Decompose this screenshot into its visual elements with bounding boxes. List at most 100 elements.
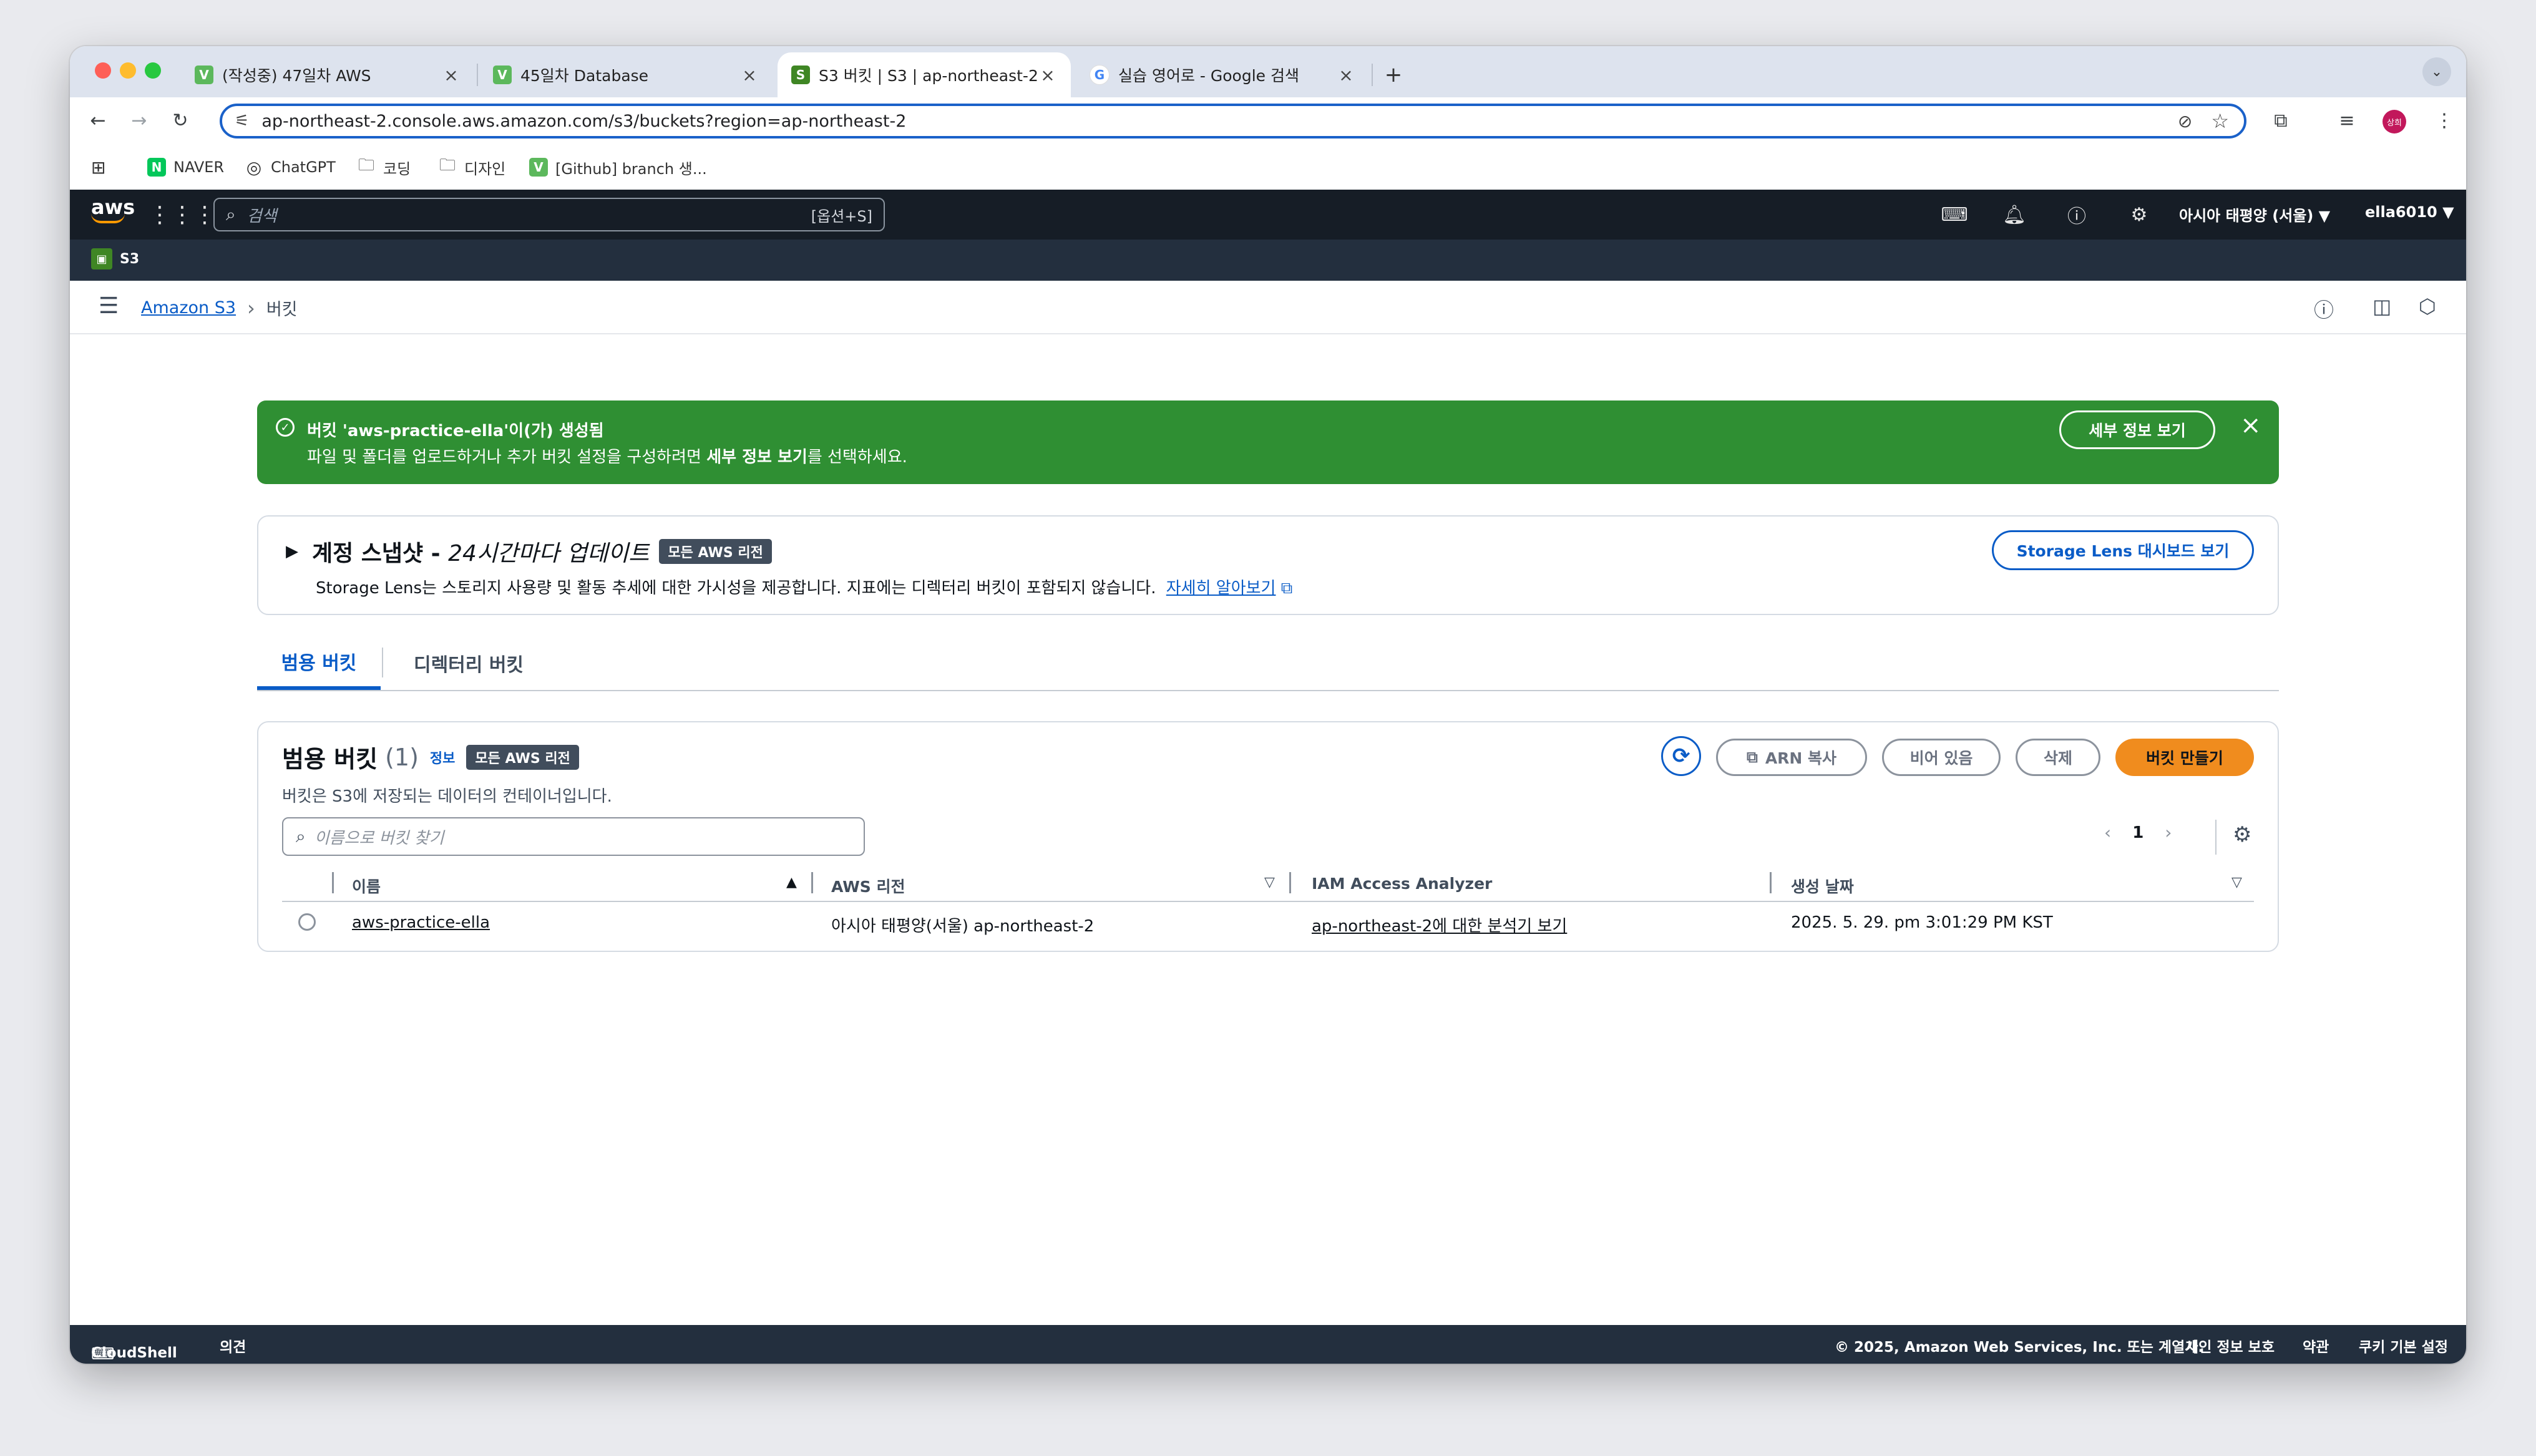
prev-page-icon[interactable]: ‹ xyxy=(2104,822,2111,843)
bookmark-chatgpt[interactable]: ◎ ChatGPT xyxy=(245,156,336,178)
snapshot-description: Storage Lens는 스토리지 사용량 및 활동 추세에 대한 가시성을 … xyxy=(316,575,1292,598)
bucket-name-link[interactable]: aws-practice-ella xyxy=(352,913,490,932)
bucket-search-input[interactable]: ⌕ 이름으로 버킷 찾기 xyxy=(282,817,865,856)
preferences-icon[interactable]: ⬡ xyxy=(2419,294,2436,318)
s3-service-shortcut[interactable]: ▣ S3 xyxy=(91,248,139,269)
tab-directory-buckets[interactable]: 디렉터리 버킷 xyxy=(384,636,553,690)
browser-tab[interactable]: G 실습 영어로 - Google 검색 × xyxy=(1076,52,1369,97)
cookie-preferences-link[interactable]: 쿠키 기본 설정 xyxy=(2359,1335,2448,1356)
view-details-button[interactable]: 세부 정보 보기 xyxy=(2059,410,2215,449)
tab-close-icon[interactable]: × xyxy=(442,65,461,85)
tab-label: 디렉터리 버킷 xyxy=(413,654,524,676)
folder-icon: 🗀 xyxy=(439,156,456,175)
empty-bucket-button[interactable]: 비어 있음 xyxy=(1882,739,2001,776)
close-icon[interactable]: × xyxy=(2240,413,2261,438)
storage-lens-dashboard-button[interactable]: Storage Lens 대시보드 보기 xyxy=(1992,530,2254,570)
main-content: ☰ Amazon S3 › 버킷 ⓘ ◫ ⬡ ✓ 버킷 'aws-practic… xyxy=(70,281,2466,1341)
search-placeholder: 이름으로 버킷 찾기 xyxy=(314,828,444,848)
feedback-link[interactable]: 의견 xyxy=(220,1335,246,1356)
tab-close-icon[interactable]: × xyxy=(1038,65,1057,85)
settings-gear-icon[interactable]: ⚙ xyxy=(2127,202,2152,227)
eye-off-icon[interactable]: ⊘ xyxy=(2178,111,2192,132)
account-menu[interactable]: ella6010 ▼ xyxy=(2365,203,2454,221)
console-footer: ⌨ CloudShell 의견 © 2025, Amazon Web Servic… xyxy=(70,1325,2466,1364)
apps-grid-icon[interactable]: ⊞ xyxy=(91,156,105,178)
delete-bucket-button[interactable]: 삭제 xyxy=(2016,739,2100,776)
bookmark-naver[interactable]: N NAVER xyxy=(147,156,224,178)
hamburger-menu-icon[interactable]: ☰ xyxy=(99,293,119,319)
next-page-icon[interactable]: › xyxy=(2165,822,2172,843)
bookmark-star-icon[interactable]: ☆ xyxy=(2211,109,2229,133)
pagination-divider xyxy=(2215,820,2217,855)
refresh-button[interactable]: ⟳ xyxy=(1661,736,1701,776)
help-icon[interactable]: ⓘ xyxy=(2064,202,2089,228)
copy-arn-button[interactable]: ⧉ ARN 복사 xyxy=(1716,739,1867,776)
info-panel-icon[interactable]: ⓘ xyxy=(2314,294,2334,323)
new-tab-button[interactable]: + xyxy=(1378,52,1409,97)
tab-divider xyxy=(382,648,383,677)
forward-icon[interactable]: → xyxy=(125,106,154,135)
tab-search-button[interactable]: ⌄ xyxy=(2422,57,2451,86)
bookmark-folder-coding[interactable]: 🗀 코딩 xyxy=(357,156,411,178)
reload-button[interactable]: ↻ xyxy=(166,106,195,135)
sort-icon[interactable]: ▽ xyxy=(1264,875,1275,890)
extensions-icon[interactable]: ⧉ xyxy=(2266,106,2295,135)
tab-title: 45일차 Database xyxy=(520,67,649,85)
privacy-link[interactable]: 개인 정보 보호 xyxy=(2185,1335,2275,1356)
split-panel-icon[interactable]: ◫ xyxy=(2373,294,2391,318)
column-header-creation-date[interactable]: 생성 날짜 xyxy=(1791,875,1854,897)
sort-icon[interactable]: ▽ xyxy=(2231,875,2242,890)
url-bar[interactable]: ⚟ ap-northeast-2.console.aws.amazon.com/… xyxy=(220,104,2246,138)
bookmark-label: 디자인 xyxy=(464,160,506,178)
site-settings-icon[interactable]: ⚟ xyxy=(235,112,249,130)
browser-tab[interactable]: V 45일차 Database × xyxy=(479,52,773,97)
region-selector[interactable]: 아시아 태평양 (서울) ▼ xyxy=(2179,203,2330,225)
browser-tab-active[interactable]: S S3 버킷 | S3 | ap-northeast-2 × xyxy=(778,52,1071,97)
bucket-type-tabs: 범용 버킷 디렉터리 버킷 xyxy=(257,636,2279,691)
column-header-region[interactable]: AWS 리전 xyxy=(831,875,905,897)
table-preferences-icon[interactable]: ⚙ xyxy=(2233,822,2251,847)
back-button[interactable]: ← xyxy=(84,106,112,135)
profile-avatar[interactable]: 상희 xyxy=(2382,110,2406,133)
maximize-window-button[interactable] xyxy=(145,62,161,79)
expand-snapshot-toggle[interactable]: ▶ 계정 스냅샷 - 24시간마다 업데이트 모든 AWS 리전 xyxy=(286,535,772,568)
breadcrumb-amazon-s3[interactable]: Amazon S3 xyxy=(141,298,236,318)
close-window-button[interactable] xyxy=(95,62,111,79)
bookmark-label: [Github] branch 생... xyxy=(555,160,707,178)
info-link[interactable]: 정보 xyxy=(430,747,455,767)
row-select-radio[interactable] xyxy=(298,913,316,931)
aws-top-nav: aws ⋮⋮⋮ ⌕ 검색 [옵션+S] ⌨ 🔔︎ ⓘ ⚙ 아시아 태평양 (서울… xyxy=(70,190,2466,240)
view-analyzer-link[interactable]: ap-northeast-2에 대한 분석기 보기 xyxy=(1312,913,1567,936)
bookmark-label: NAVER xyxy=(173,158,225,176)
bookmark-github-branch[interactable]: V [Github] branch 생... xyxy=(529,156,707,178)
column-header-iam-access-analyzer[interactable]: IAM Access Analyzer xyxy=(1312,875,1492,893)
notifications-bell-icon[interactable]: 🔔︎ xyxy=(2002,202,2027,227)
console-search-input[interactable]: ⌕ 검색 [옵션+S] xyxy=(213,198,885,231)
tab-close-icon[interactable]: × xyxy=(740,65,759,85)
sort-ascending-icon[interactable]: ▲ xyxy=(786,875,797,890)
flash-message-text: 파일 및 폴더를 업로드하거나 추가 버킷 설정을 구성하려면 xyxy=(307,448,707,467)
copy-icon: ⧉ xyxy=(1746,748,1758,766)
success-flash-banner: ✓ 버킷 'aws-practice-ella'이(가) 생성됨 파일 및 폴더… xyxy=(257,400,2279,484)
aws-logo[interactable]: aws xyxy=(91,196,135,233)
browser-tab[interactable]: V (작성중) 47일차 AWS × xyxy=(181,52,474,97)
tab-strip: V (작성중) 47일차 AWS × V 45일차 Database × S S… xyxy=(70,46,2466,97)
bookmark-folder-design[interactable]: 🗀 디자인 xyxy=(438,156,505,178)
cloudshell-icon[interactable]: ⌨ xyxy=(1941,202,1968,227)
column-header-name[interactable]: 이름 xyxy=(352,875,381,897)
browser-menu-icon[interactable]: ⋮ xyxy=(2430,106,2459,135)
create-bucket-button[interactable]: 버킷 만들기 xyxy=(2115,739,2254,776)
media-controls-icon[interactable]: ≡ xyxy=(2333,106,2361,135)
current-page[interactable]: 1 xyxy=(2132,823,2143,842)
tab-general-buckets[interactable]: 범용 버킷 xyxy=(257,636,381,690)
terms-link[interactable]: 약관 xyxy=(2303,1335,2329,1356)
aws-logo-text: aws xyxy=(91,195,135,219)
account-snapshot-panel: ▶ 계정 스냅샷 - 24시간마다 업데이트 모든 AWS 리전 Storage… xyxy=(257,515,2279,615)
tab-close-icon[interactable]: × xyxy=(1337,65,1355,85)
tab-title: S3 버킷 | S3 | ap-northeast-2 xyxy=(819,67,1038,85)
services-grid-icon[interactable]: ⋮⋮⋮ xyxy=(149,202,216,228)
external-link-icon[interactable]: ⧉ xyxy=(1281,579,1293,598)
minimize-window-button[interactable] xyxy=(120,62,136,79)
learn-more-link[interactable]: 자세히 알아보기 xyxy=(1166,579,1276,598)
tab-label: 범용 버킷 xyxy=(281,653,357,674)
